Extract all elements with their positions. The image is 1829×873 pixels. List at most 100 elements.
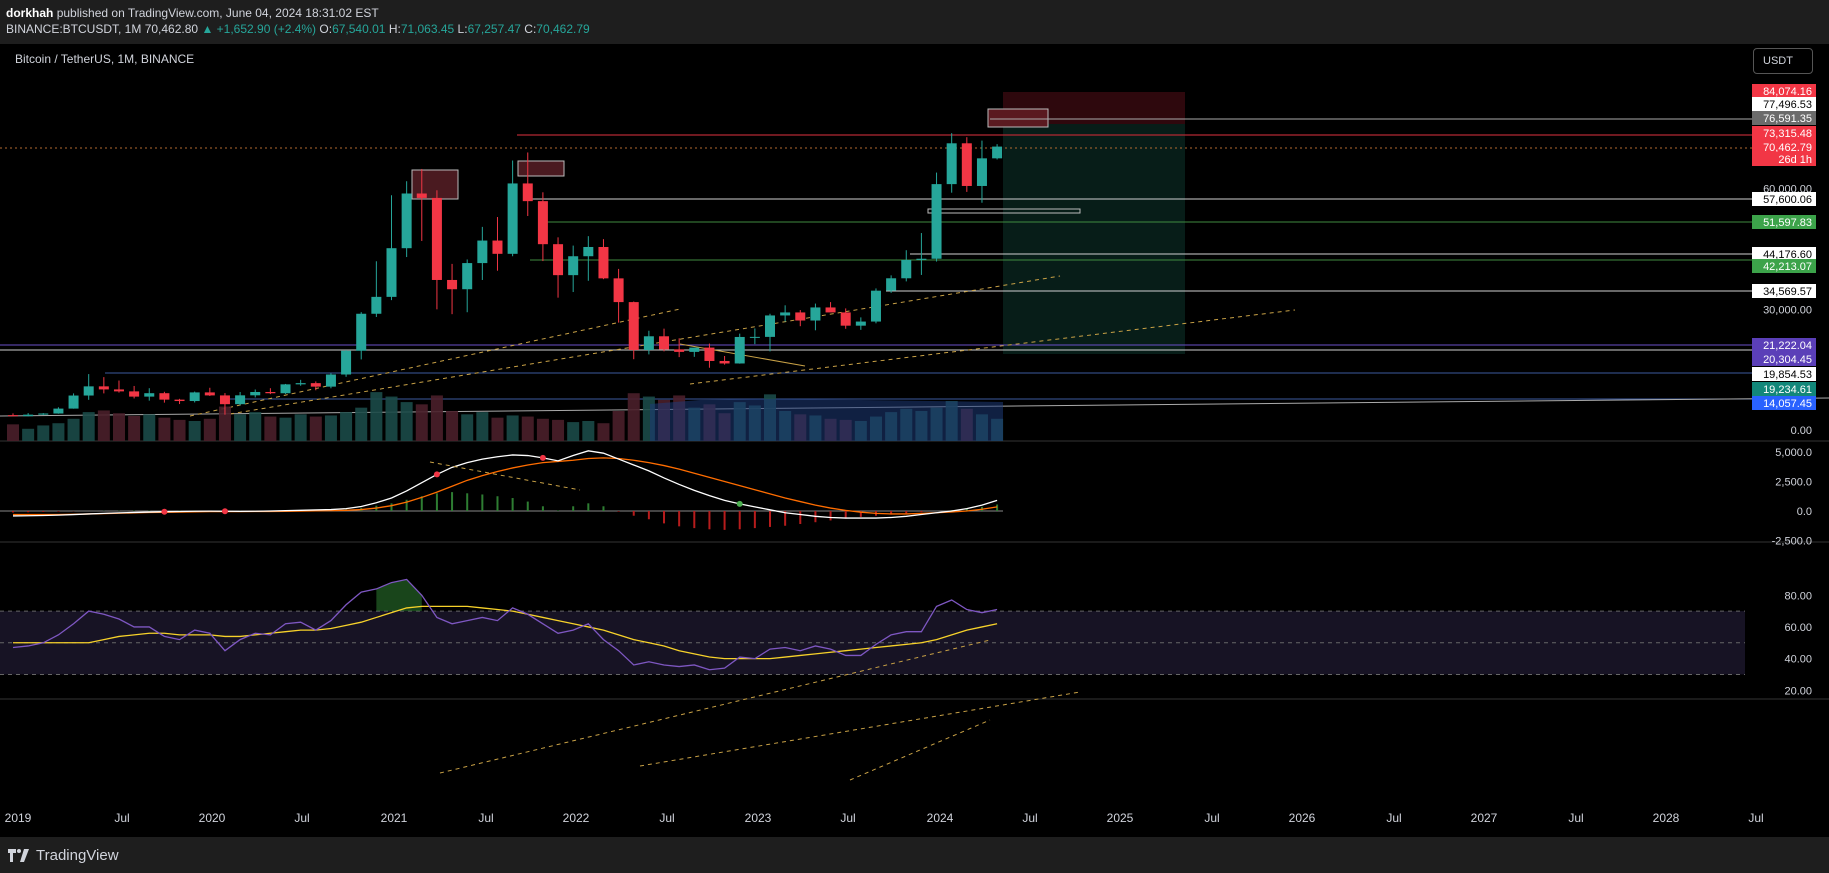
candle <box>795 312 806 321</box>
macd-histogram-bar <box>572 506 575 511</box>
macd-histogram-bar <box>996 504 999 511</box>
chart-area[interactable]: 90,000.0060,000.0030,000.000.0084,074.16… <box>0 44 1829 837</box>
price-tag-label: 19,234.61 <box>1763 384 1812 396</box>
author[interactable]: dorkhah <box>6 6 53 20</box>
time-axis-label: Jul <box>1022 811 1037 825</box>
time-axis-label: 2022 <box>563 811 590 825</box>
candle <box>659 336 670 350</box>
published-info: published on TradingView.com, June 04, 2… <box>56 6 379 20</box>
price-tag-label: 73,315.48 <box>1763 128 1812 140</box>
candle <box>886 278 897 291</box>
footer: TradingView <box>0 837 1829 873</box>
volume-bar <box>264 416 277 441</box>
candle <box>189 392 200 402</box>
macd-histogram-bar <box>617 511 620 512</box>
macd-histogram-bar <box>769 511 771 527</box>
entry-box <box>987 108 1049 128</box>
high-value: 71,063.45 <box>400 22 455 36</box>
time-axis-label: Jul <box>1386 811 1401 825</box>
volume-bar <box>370 392 383 441</box>
time-axis-label: 2025 <box>1107 811 1134 825</box>
rsi-axis-label: 80.00 <box>1784 590 1812 602</box>
price-tag-label: 77,496.53 <box>1763 99 1812 111</box>
rsi-overbought-fill <box>376 579 422 612</box>
volume-bar <box>385 396 398 441</box>
candle <box>931 184 942 259</box>
candle <box>310 383 321 387</box>
ohlc-line: BINANCE:BTCUSDT, 1M 70,462.80 ▲ +1,652.9… <box>6 22 590 36</box>
time-axis-label: Jul <box>1568 811 1583 825</box>
candle <box>416 193 427 198</box>
macd-histogram-bar <box>663 511 666 524</box>
macd-histogram-bar <box>708 511 711 530</box>
macd-histogram-bar <box>390 503 393 511</box>
candle <box>447 279 458 290</box>
candle <box>976 158 987 186</box>
candle <box>704 347 715 361</box>
macd-histogram-bar <box>420 496 423 511</box>
chart-title: Bitcoin / TetherUS, 1M, BINANCE <box>15 52 195 66</box>
price-change: ▲ +1,652.90 (+2.4%) <box>201 22 317 36</box>
candle <box>749 336 760 338</box>
volume-bar <box>279 417 292 441</box>
rsi-axis-label: 40.00 <box>1784 654 1812 666</box>
macd-histogram-bar <box>42 511 45 512</box>
price-tag-label: 19,854.53 <box>1763 369 1812 381</box>
price-axis-label: 30,000.00 <box>1763 304 1812 316</box>
candle <box>235 395 246 405</box>
volume-bar <box>567 422 580 441</box>
chart-canvas[interactable]: 90,000.0060,000.0030,000.000.0084,074.16… <box>0 44 1829 837</box>
price-axis-label: 0.00 <box>1791 425 1812 437</box>
candle <box>129 391 140 397</box>
currency-button[interactable]: USDT <box>1753 48 1813 74</box>
time-axis-label: Jul <box>294 811 309 825</box>
price-tag-label: 57,600.06 <box>1763 194 1812 206</box>
macd-histogram-bar <box>557 510 560 511</box>
candle <box>174 399 185 402</box>
macd-histogram-bar <box>541 506 544 511</box>
tradingview-logo[interactable]: TradingView <box>8 847 119 864</box>
macd-histogram-bar <box>451 492 454 511</box>
open-label: O: <box>319 22 333 36</box>
volume-bar <box>67 418 80 441</box>
candle <box>492 240 503 254</box>
zone-box <box>517 160 565 177</box>
volume-bar <box>355 407 368 441</box>
candle <box>855 321 866 326</box>
macd-histogram-bar <box>57 511 60 512</box>
candle <box>568 256 579 276</box>
price-tag-label: 42,213.07 <box>1763 261 1812 273</box>
volume-bar <box>324 415 337 441</box>
macd-marker <box>433 471 440 478</box>
volume-bar <box>294 414 307 441</box>
volume-bar <box>415 404 428 441</box>
volume-bar <box>188 421 201 441</box>
candle <box>386 248 397 297</box>
candle <box>901 259 912 279</box>
macd-histogram-bar <box>12 511 14 513</box>
volume-bar <box>22 428 35 441</box>
volume-bar <box>112 413 125 441</box>
time-axis-label: 2023 <box>745 811 772 825</box>
candle <box>341 350 352 375</box>
candle <box>68 395 79 409</box>
candle <box>810 307 821 321</box>
volume-bar <box>143 414 156 441</box>
volume-bar <box>97 410 110 441</box>
time-axis-label: Jul <box>478 811 493 825</box>
volume-bar <box>37 425 50 441</box>
volume-bar <box>340 412 353 441</box>
volume-bar <box>249 412 262 441</box>
time-axis-label: 2021 <box>381 811 408 825</box>
candle <box>144 393 155 397</box>
candle <box>38 413 49 415</box>
candle <box>204 392 215 396</box>
macd-histogram-bar <box>920 511 923 513</box>
take-profit-zone <box>1003 124 1185 354</box>
macd-axis-label: -2,500.0 <box>1772 536 1812 548</box>
macd-histogram-bar <box>723 511 726 530</box>
volume-bar <box>309 416 322 441</box>
close-label: C: <box>524 22 537 36</box>
candle <box>537 201 548 245</box>
volume-bar <box>82 412 95 441</box>
